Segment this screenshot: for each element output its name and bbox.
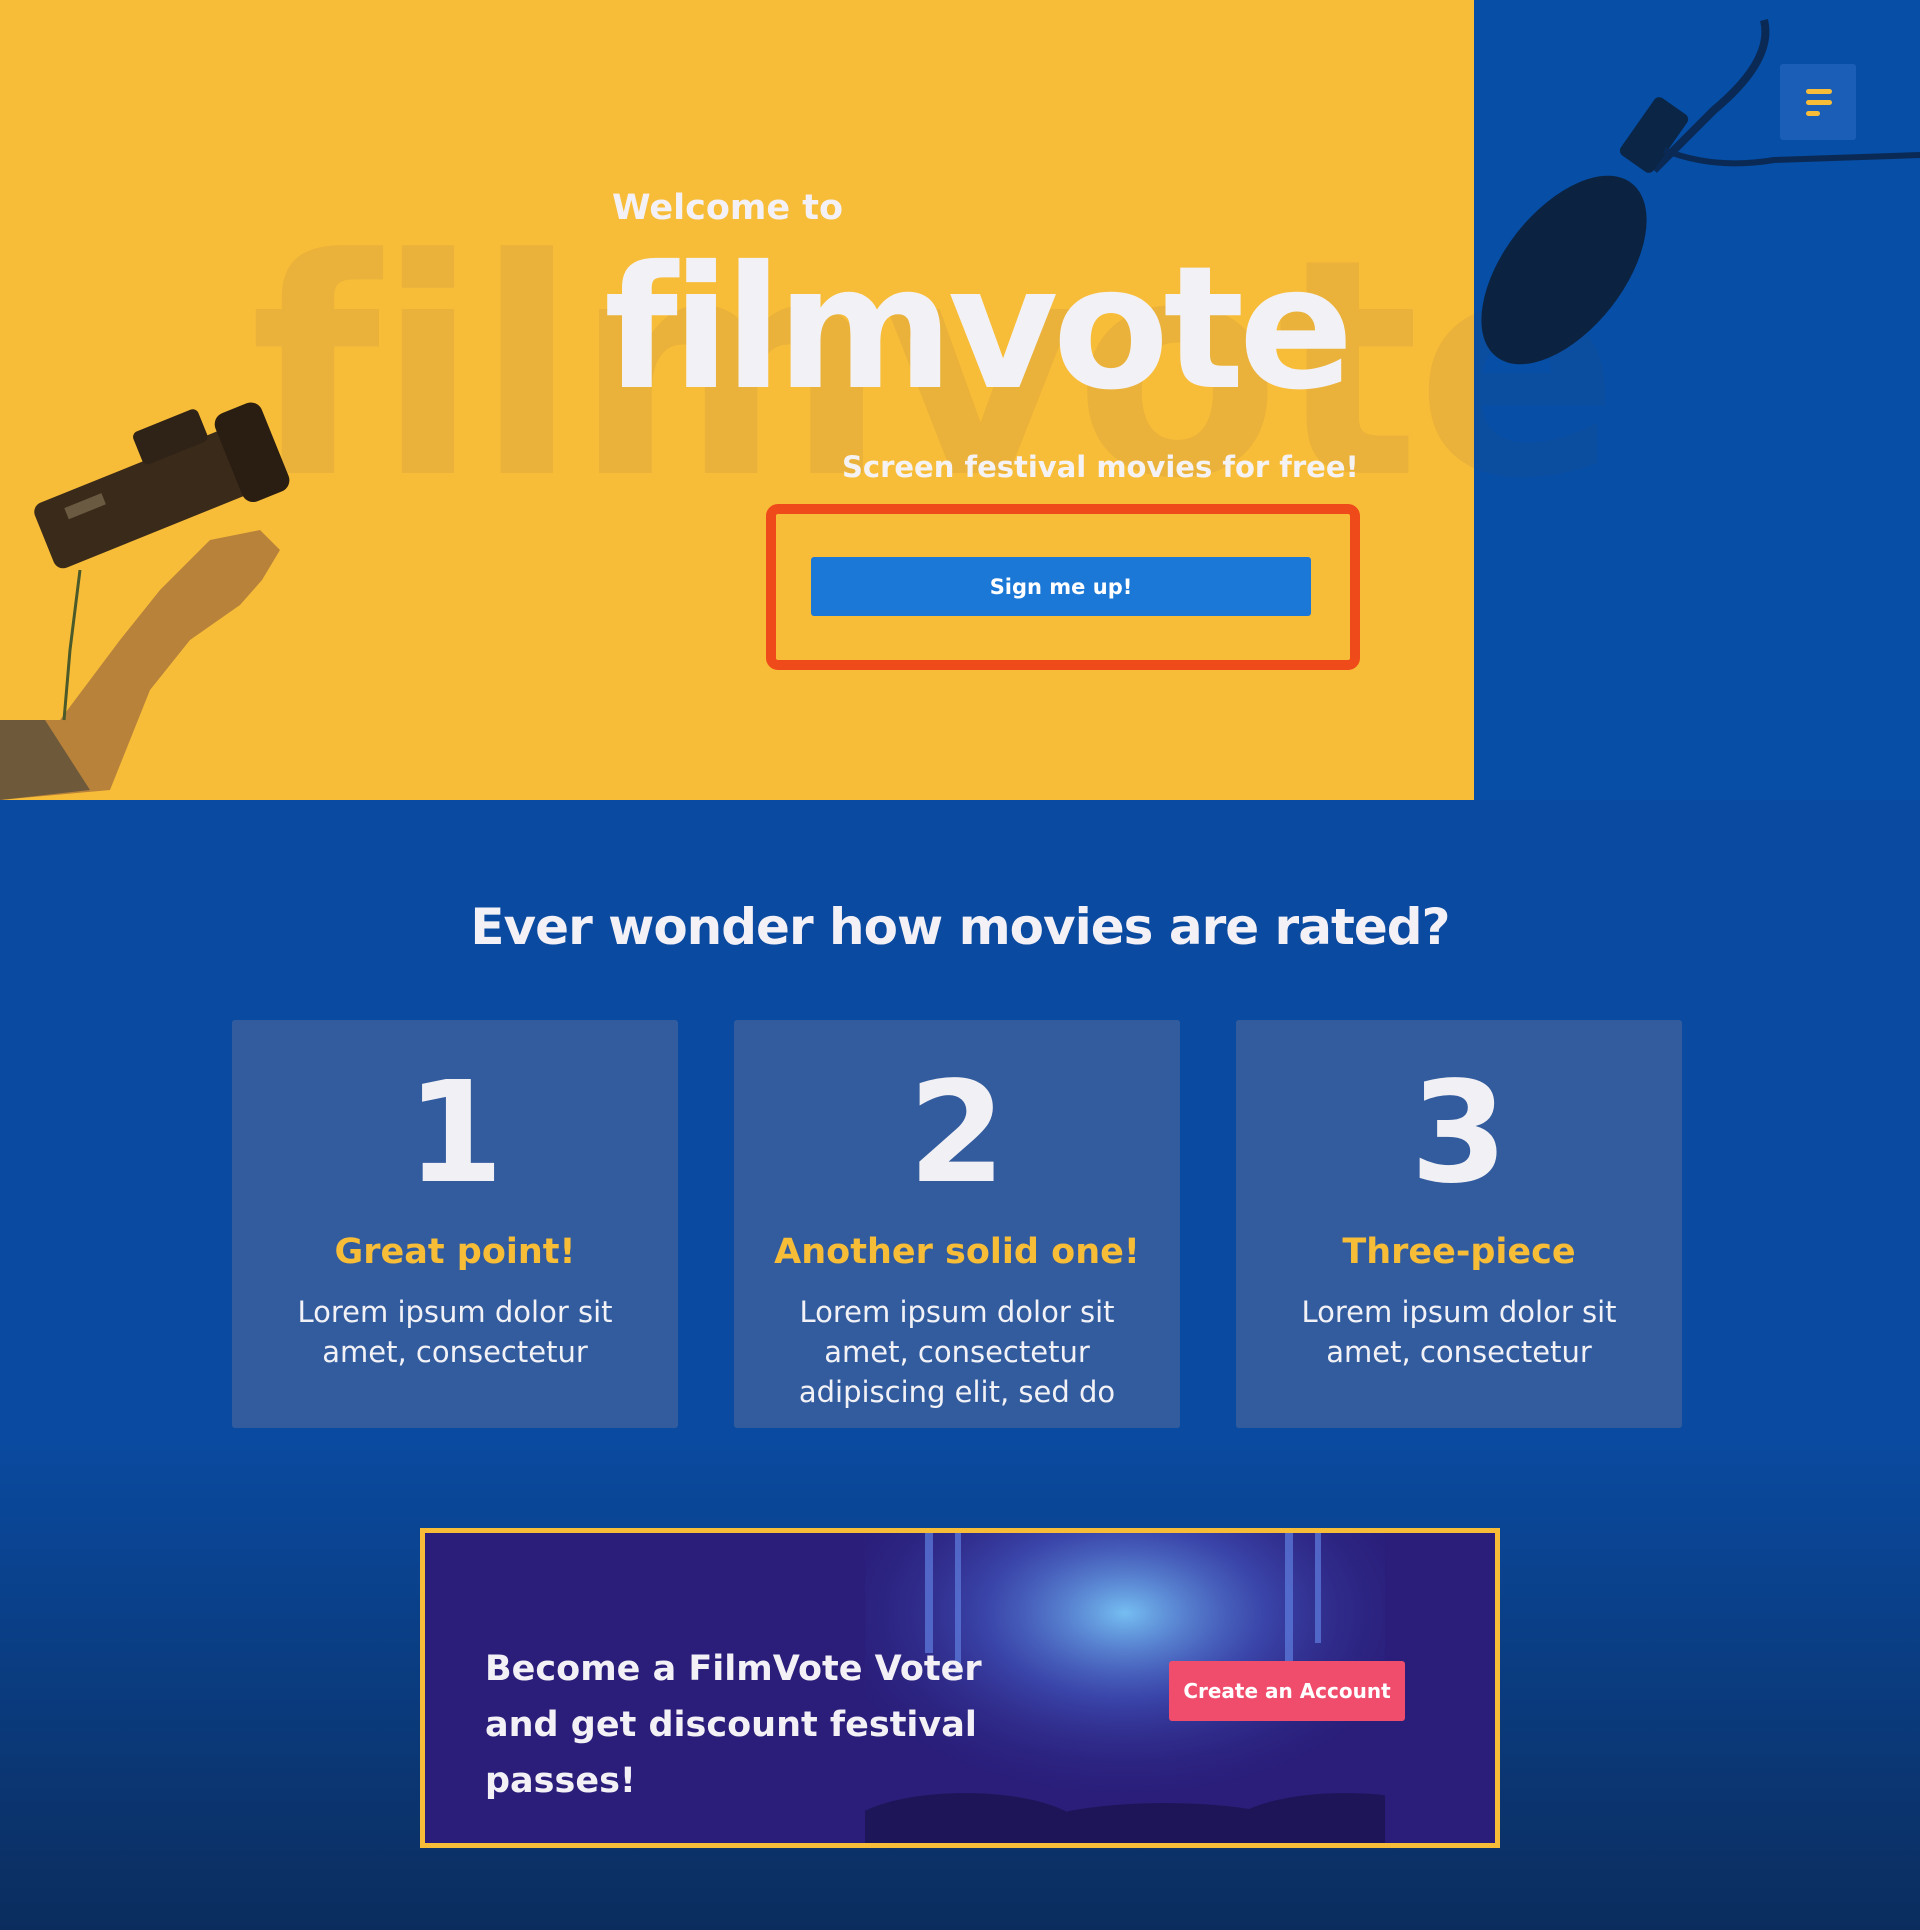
card-body: Lorem ipsum dolor sit amet, consectetur <box>1301 1295 1617 1369</box>
hero-tagline: Screen festival movies for free! <box>842 450 1359 484</box>
rating-card-2: 2 Another solid one! Lorem ipsum dolor s… <box>734 1020 1180 1428</box>
menu-icon-bar <box>1806 100 1832 105</box>
create-account-button[interactable]: Create an Account <box>1169 1661 1405 1721</box>
menu-icon-bar <box>1806 111 1820 116</box>
signup-button[interactable]: Sign me up! <box>811 557 1311 616</box>
hero-blue-panel: filmvote <box>1474 0 1920 800</box>
card-body: Lorem ipsum dolor sit amet, consectetur <box>297 1295 613 1369</box>
card-title: Another solid one! <box>774 1232 1140 1272</box>
card-body: Lorem ipsum dolor sit amet, consectetur … <box>798 1295 1116 1409</box>
welcome-text: Welcome to <box>612 188 844 228</box>
cta-text: Become a FilmVote Voter and get discount… <box>485 1649 982 1801</box>
menu-button[interactable] <box>1780 64 1856 140</box>
card-title: Three-piece <box>1342 1232 1576 1272</box>
card-number: 2 <box>908 1052 1006 1215</box>
card-title: Great point! <box>334 1232 576 1272</box>
card-number: 3 <box>1410 1052 1508 1215</box>
section-title: Ever wonder how movies are rated? <box>470 898 1450 956</box>
cta-banner: Become a FilmVote Voter and get discount… <box>420 1528 1500 1848</box>
rating-card-1: 1 Great point! Lorem ipsum dolor sit ame… <box>232 1020 678 1428</box>
card-number: 1 <box>406 1052 504 1215</box>
hero-section: filmvote Welcome to filmvote Screen fest… <box>0 0 1920 800</box>
rating-card-3: 3 Three-piece Lorem ipsum dolor sit amet… <box>1236 1020 1682 1428</box>
boom-microphone-image <box>1481 19 1920 365</box>
hero-yellow-panel: filmvote Welcome to filmvote Screen fest… <box>0 0 1474 800</box>
menu-icon <box>1806 89 1832 94</box>
brand-title: filmvote <box>604 230 1354 428</box>
camcorder-hand-image <box>0 402 290 800</box>
